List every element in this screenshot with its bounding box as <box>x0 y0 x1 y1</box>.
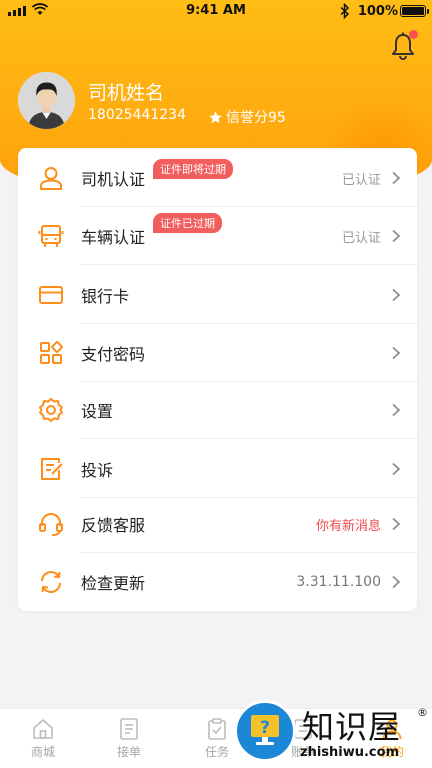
headset-icon <box>39 513 63 536</box>
user-icon <box>40 167 62 190</box>
credit-score: 信誉分95 <box>208 107 286 127</box>
battery-icon <box>400 5 429 17</box>
refresh-icon <box>40 570 62 594</box>
menu-item-vehicle-auth[interactable]: 车辆认证 证件已过期 已认证 <box>18 207 417 265</box>
menu-item-complaint[interactable]: 投诉 <box>18 440 417 498</box>
tab-label: 接单 <box>116 745 141 759</box>
credit-score-label: 信誉分95 <box>226 110 286 126</box>
expired-badge: 证件已过期 <box>153 213 222 233</box>
status-bar: 9:41 AM 100% <box>0 0 432 24</box>
clipboard-icon <box>208 718 226 740</box>
menu-item-settings[interactable]: 设置 <box>18 381 417 439</box>
chevron-right-icon <box>392 575 401 589</box>
menu-label: 反馈客服 <box>81 516 146 535</box>
menu-item-driver-auth[interactable]: 司机认证 证件即将过期 已认证 <box>18 149 417 207</box>
notification-bell-button[interactable] <box>390 30 418 62</box>
menu-label: 设置 <box>81 402 114 421</box>
driver-phone: 18025441234 <box>88 107 186 123</box>
chevron-right-icon <box>392 462 401 476</box>
menu-label: 司机认证 <box>81 170 146 189</box>
tab-mall[interactable]: 商城 <box>13 717 73 760</box>
list-icon <box>120 718 138 740</box>
complaint-icon <box>41 458 63 480</box>
menu-label: 银行卡 <box>81 287 130 306</box>
expiring-soon-badge: 证件即将过期 <box>153 159 233 179</box>
battery-percent: 100% <box>357 4 398 19</box>
chevron-right-icon <box>392 346 401 360</box>
chevron-right-icon <box>392 403 401 417</box>
card-icon <box>39 286 63 304</box>
svg-text:?: ? <box>260 718 270 738</box>
monitor-question-icon: ? <box>251 715 279 745</box>
watermark-text: 知识屋 <box>302 708 402 746</box>
tab-label: 任务 <box>204 745 229 759</box>
gear-icon <box>39 398 63 422</box>
tab-orders[interactable]: 接单 <box>99 717 159 760</box>
menu-item-customer-service[interactable]: 反馈客服 你有新消息 <box>18 495 417 553</box>
watermark-registered: ® <box>417 706 428 719</box>
menu-card: 司机认证 证件即将过期 已认证 车辆认证 证件已过期 已认证 银行卡 支付密码 … <box>18 148 417 611</box>
menu-item-check-update[interactable]: 检查更新 3.31.11.100 <box>18 553 417 611</box>
menu-value: 已认证 <box>341 230 381 246</box>
menu-item-payment-password[interactable]: 支付密码 <box>18 324 417 382</box>
chevron-right-icon <box>392 229 401 243</box>
menu-label: 支付密码 <box>81 345 146 364</box>
bluetooth-icon <box>340 3 350 19</box>
chevron-right-icon <box>392 171 401 185</box>
grid-icon <box>40 341 63 364</box>
star-icon <box>209 110 222 123</box>
menu-item-bank-card[interactable]: 银行卡 <box>18 266 417 324</box>
watermark-url: zhishiwu.com <box>300 745 400 760</box>
avatar[interactable] <box>18 72 75 129</box>
home-icon <box>33 719 53 739</box>
tab-label: 商城 <box>30 745 55 759</box>
driver-name: 司机姓名 <box>88 82 165 104</box>
watermark-logo: ? <box>234 700 296 762</box>
new-message-notice: 你有新消息 <box>315 518 381 534</box>
notification-dot <box>409 30 418 39</box>
chevron-right-icon <box>392 288 401 302</box>
bus-icon <box>38 225 64 247</box>
menu-label: 检查更新 <box>81 574 146 593</box>
app-version: 3.31.11.100 <box>296 574 381 590</box>
menu-label: 车辆认证 <box>81 228 146 247</box>
menu-value: 已认证 <box>341 172 381 188</box>
chevron-right-icon <box>392 517 401 531</box>
menu-label: 投诉 <box>81 461 114 480</box>
